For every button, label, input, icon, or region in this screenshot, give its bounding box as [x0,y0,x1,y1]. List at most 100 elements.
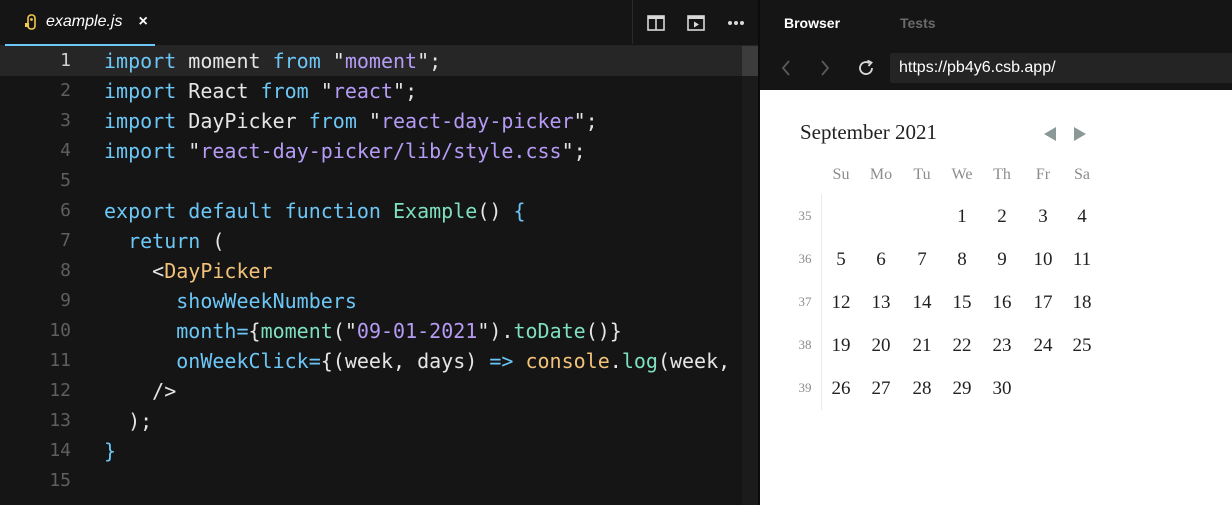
calendar-day[interactable]: 25 [1062,329,1102,363]
calendar-day[interactable]: 23 [982,329,1022,363]
calendar-day[interactable]: 2 [982,200,1022,234]
code-line[interactable]: 1 import moment from "moment"; [0,46,742,76]
code-token: "; [561,139,586,163]
calendar-day[interactable]: 3 [1023,200,1063,234]
code-token: export [104,199,177,223]
code-token: ()} [585,319,622,343]
editor-scrollbar-thumb[interactable] [742,46,758,76]
tab-tests[interactable]: Tests [900,15,936,31]
calendar-day[interactable]: 27 [861,372,901,406]
code-token: import [104,49,177,73]
javascript-file-icon [24,14,38,30]
calendar-day[interactable]: 4 [1062,200,1102,234]
browser-tab-bar: Browser Tests [760,0,1232,46]
line-code: ); [104,406,152,436]
calendar-day[interactable]: 6 [861,243,901,277]
calendar-day[interactable]: 12 [821,286,861,320]
code-area[interactable]: 1 import moment from "moment"; 2 import Rea… [0,46,758,505]
calendar-caption: September 2021 [800,120,938,144]
code-line[interactable]: 4 import "react-day-picker/lib/style.css"… [0,136,742,166]
code-line[interactable]: 15 [0,466,742,496]
refresh-icon[interactable] [856,58,876,78]
calendar-day[interactable]: 14 [902,286,942,320]
code-token: import [104,139,177,163]
code-line[interactable]: 8 <DayPicker [0,256,742,286]
code-token: Example [393,199,478,223]
code-token: import [104,109,177,133]
next-month-icon[interactable] [1073,126,1087,142]
calendar-day[interactable]: 16 [982,286,1022,320]
code-line[interactable]: 6 export default function Example() { [0,196,742,226]
calendar-day[interactable]: 17 [1023,286,1063,320]
code-line[interactable]: 3 import DayPicker from "react-day-picker… [0,106,742,136]
toolbar-divider [632,0,633,44]
code-line[interactable]: 10 month={moment("09-01-2021").toDate()} [0,316,742,346]
code-token: log [621,349,658,373]
code-token: {(week, days) [320,349,490,373]
code-token: return [128,229,201,253]
code-token: " [320,49,345,73]
code-line[interactable]: 5 [0,166,742,196]
code-token: moment [176,49,273,73]
calendar-day[interactable]: 22 [942,329,982,363]
code-line[interactable]: 2 import React from "react"; [0,76,742,106]
line-number: 15 [49,470,71,491]
week-number[interactable]: 36 [790,251,820,267]
calendar-day[interactable]: 11 [1062,243,1102,277]
more-options-icon[interactable] [727,14,745,32]
code-line[interactable]: 13 ); [0,406,742,436]
code-token: from [272,49,321,73]
tab-browser[interactable]: Browser [784,15,840,31]
code-line[interactable]: 14} [0,436,742,466]
tab-example-js[interactable]: example.js × [5,0,155,46]
code-token: () [477,199,514,223]
code-line[interactable]: 11 onWeekClick={(week, days) => console.… [0,346,758,376]
code-token: 09-01-2021 [356,319,478,343]
code-token: => [489,349,514,373]
calendar-day[interactable]: 9 [982,243,1022,277]
calendar-day[interactable]: 1 [942,200,982,234]
calendar-day[interactable]: 15 [942,286,982,320]
split-view-icon[interactable] [647,14,665,32]
editor-scrollbar-track[interactable] [742,46,758,505]
browser-pane: Browser Tests https://pb4y6.csb.app/ Sep… [760,0,1232,505]
week-number[interactable]: 39 [790,380,820,396]
calendar-day[interactable]: 19 [821,329,861,363]
calendar-day[interactable]: 21 [902,329,942,363]
close-tab-icon[interactable]: × [138,13,147,31]
code-line[interactable]: 12 /> [0,376,742,406]
line-code: showWeekNumbers [104,286,357,316]
week-number[interactable]: 37 [790,294,820,310]
calendar-day[interactable]: 30 [982,372,1022,406]
code-token: toDate [513,319,586,343]
address-bar: https://pb4y6.csb.app/ [760,46,1232,90]
code-line[interactable]: 7 return ( [0,226,742,256]
line-code: onWeekClick={(week, days) => console.log… [104,346,758,376]
calendar-day[interactable]: 26 [821,372,861,406]
code-line[interactable]: 9 showWeekNumbers [0,286,742,316]
calendar-day[interactable]: 5 [821,243,861,277]
calendar-day[interactable]: 7 [902,243,942,277]
calendar-day[interactable]: 8 [942,243,982,277]
code-token: console [525,349,610,373]
forward-icon[interactable] [815,58,835,78]
line-number: 6 [60,200,71,221]
calendar-day[interactable]: 10 [1023,243,1063,277]
previous-month-icon[interactable] [1043,126,1057,142]
calendar-day[interactable]: 24 [1023,329,1063,363]
calendar-day[interactable]: 13 [861,286,901,320]
calendar-day[interactable]: 28 [902,372,942,406]
line-number: 12 [49,380,71,401]
week-number[interactable]: 35 [790,208,820,224]
back-icon[interactable] [776,58,796,78]
line-code: export default function Example() { [104,196,525,226]
calendar-day[interactable]: 18 [1062,286,1102,320]
url-input[interactable]: https://pb4y6.csb.app/ [890,53,1232,83]
week-number[interactable]: 38 [790,337,820,353]
line-code: import moment from "moment"; [104,46,441,76]
preview-icon[interactable] [687,14,705,32]
calendar-day[interactable]: 20 [861,329,901,363]
calendar-day[interactable]: 29 [942,372,982,406]
